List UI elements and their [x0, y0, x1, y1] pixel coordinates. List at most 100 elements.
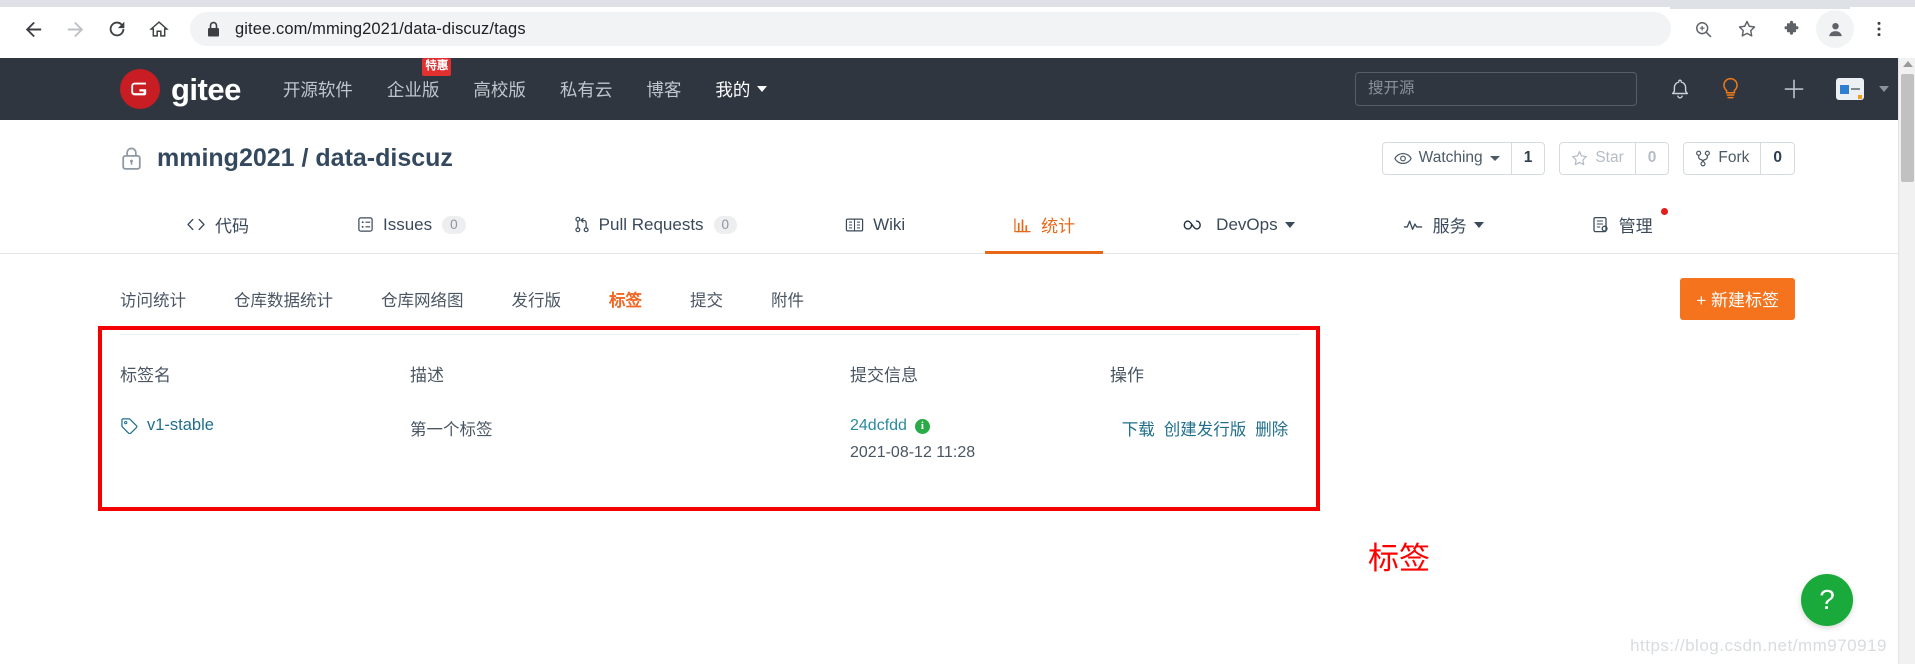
manage-icon: [1592, 216, 1610, 234]
gitee-logo-text: gitee: [171, 71, 241, 107]
tags-table-wrapper: 标签名 描述 提交信息 操作 v1-stable 第一个标签 24dcfdd i…: [98, 326, 1795, 511]
page-title: mming2021 / data-discuz: [120, 144, 453, 173]
delete-link[interactable]: 删除: [1255, 416, 1288, 440]
star-button[interactable]: Star 0: [1559, 141, 1670, 175]
star-button-label: Star: [1595, 149, 1624, 166]
manage-notification-dot: [1660, 208, 1668, 215]
back-arrow-icon[interactable]: [14, 10, 52, 48]
nav-label: 博客: [646, 79, 682, 100]
scroll-up-arrow-icon[interactable]: [1903, 61, 1913, 67]
tab-manage[interactable]: 管理: [1586, 196, 1668, 253]
subnav-item-attachments[interactable]: 附件: [771, 287, 804, 311]
infinity-icon: [1183, 218, 1207, 232]
tab-label: 代码: [215, 217, 249, 236]
tag-name-link[interactable]: v1-stable: [120, 416, 214, 435]
promo-badge: 特惠: [422, 57, 452, 76]
subnav-item-tags[interactable]: 标签: [609, 287, 642, 311]
user-avatar-icon[interactable]: [1829, 68, 1871, 110]
nav-label: 企业版: [386, 79, 440, 100]
watch-count: 1: [1510, 142, 1545, 174]
tab-devops[interactable]: DevOps: [1177, 196, 1300, 253]
browser-tab[interactable]: [1670, 0, 1850, 9]
cell-tag-name: v1-stable: [120, 392, 410, 492]
subnav-item-repo-data-stats[interactable]: 仓库数据统计: [234, 287, 333, 311]
nav-enterprise[interactable]: 企业版 特惠: [386, 57, 452, 102]
nav-open-source[interactable]: 开源软件: [283, 77, 353, 102]
profile-avatar-icon[interactable]: [1816, 10, 1854, 48]
repo-full-name[interactable]: mming2021 / data-discuz: [157, 144, 453, 173]
scrollbar-thumb[interactable]: [1901, 74, 1914, 182]
tag-name-text: v1-stable: [147, 416, 214, 434]
column-header-description: 描述: [410, 334, 850, 392]
plus-icon[interactable]: [1773, 68, 1815, 110]
star-button-label-wrap[interactable]: Star: [1560, 143, 1634, 174]
chevron-down-icon: [1879, 86, 1889, 92]
avatar-dropdown-chevron-down-icon[interactable]: [1871, 68, 1897, 110]
bookmark-star-icon[interactable]: [1728, 10, 1766, 48]
reload-icon[interactable]: [98, 10, 136, 48]
tab-issues[interactable]: Issues 0: [351, 196, 472, 253]
nav-label: 开源软件: [282, 79, 353, 100]
download-link[interactable]: 下载: [1122, 416, 1155, 440]
gitee-logo-icon: [120, 69, 160, 109]
subnav-item-commits[interactable]: 提交: [690, 287, 723, 311]
extensions-puzzle-icon[interactable]: [1772, 10, 1810, 48]
pull-request-icon: [574, 216, 590, 233]
pulse-icon: [1403, 218, 1424, 232]
tab-code[interactable]: 代码: [180, 196, 255, 253]
commit-hash-text: 24dcfdd: [850, 417, 907, 434]
page-scrollbar[interactable]: [1898, 58, 1915, 664]
subnav-item-repo-network-graph[interactable]: 仓库网络图: [381, 287, 464, 311]
tab-statistics[interactable]: 统计: [985, 196, 1104, 254]
cell-operations: 下载 创建发行版 删除: [1110, 392, 1300, 492]
watermark-text: https://blog.csdn.net/mm970919: [1630, 636, 1887, 655]
nav-blog[interactable]: 博客: [646, 77, 681, 102]
tab-wiki[interactable]: Wiki: [839, 196, 911, 253]
info-badge-icon[interactable]: i: [914, 418, 930, 434]
fork-button-label-wrap[interactable]: Fork: [1684, 143, 1760, 174]
address-bar[interactable]: gitee.com/mming2021/data-discuz/tags: [190, 12, 1671, 46]
nav-private-cloud[interactable]: 私有云: [560, 77, 613, 102]
avatar: [1836, 78, 1864, 100]
tags-table-head: 标签名 描述 提交信息 操作: [120, 334, 1300, 392]
chevron-down-icon: [1473, 221, 1484, 228]
fork-button[interactable]: Fork 0: [1683, 141, 1795, 175]
subnav-item-visit-stats[interactable]: 访问统计: [120, 287, 186, 311]
tab-label: Wiki: [873, 214, 906, 234]
nav-education[interactable]: 高校版: [473, 77, 526, 102]
wiki-book-icon: [845, 217, 864, 233]
code-brackets-icon: [186, 217, 206, 232]
home-icon[interactable]: [140, 10, 178, 48]
tag-icon: [120, 417, 139, 434]
tab-services[interactable]: 服务: [1397, 196, 1490, 253]
forward-arrow-icon: [56, 10, 94, 48]
search-input[interactable]: [1368, 80, 1624, 98]
column-header-commit-info: 提交信息: [850, 334, 1110, 392]
lightbulb-icon[interactable]: [1709, 68, 1751, 110]
watch-button-label-wrap[interactable]: Watching: [1383, 143, 1511, 174]
watch-button[interactable]: Watching 1: [1381, 141, 1546, 175]
commit-hash-link[interactable]: 24dcfdd i: [850, 417, 930, 435]
avatar-shape: [1840, 84, 1849, 94]
notification-bell-icon[interactable]: [1659, 68, 1701, 110]
fork-icon: [1695, 150, 1711, 167]
annotation-label-tags: 标签: [1368, 541, 1430, 576]
column-header-operations: 操作: [1110, 334, 1300, 392]
statistics-subnav-row: 访问统计 仓库数据统计 仓库网络图 发行版 标签 提交 附件 + 新建标签: [0, 254, 1915, 320]
repo-action-buttons: Watching 1 Star 0 Fork 0: [1368, 141, 1795, 175]
subnav-item-releases[interactable]: 发行版: [512, 287, 562, 311]
pull-requests-count: 0: [713, 215, 738, 234]
chrome-menu-icon[interactable]: [1860, 10, 1898, 48]
tags-table-body: v1-stable 第一个标签 24dcfdd i 2021-08-12 11:…: [120, 392, 1300, 492]
private-lock-icon: [120, 145, 143, 172]
gitee-logo[interactable]: gitee: [120, 69, 241, 109]
watch-button-label: Watching: [1418, 149, 1483, 166]
zoom-in-icon[interactable]: [1684, 10, 1722, 48]
create-release-link[interactable]: 创建发行版: [1164, 416, 1247, 440]
help-button[interactable]: ?: [1801, 574, 1853, 626]
nav-label: 私有云: [559, 79, 613, 100]
search-box[interactable]: [1355, 72, 1637, 106]
nav-mine[interactable]: 我的: [715, 77, 768, 102]
tab-pull-requests[interactable]: Pull Requests 0: [568, 196, 743, 253]
new-tag-button[interactable]: + 新建标签: [1680, 278, 1795, 320]
